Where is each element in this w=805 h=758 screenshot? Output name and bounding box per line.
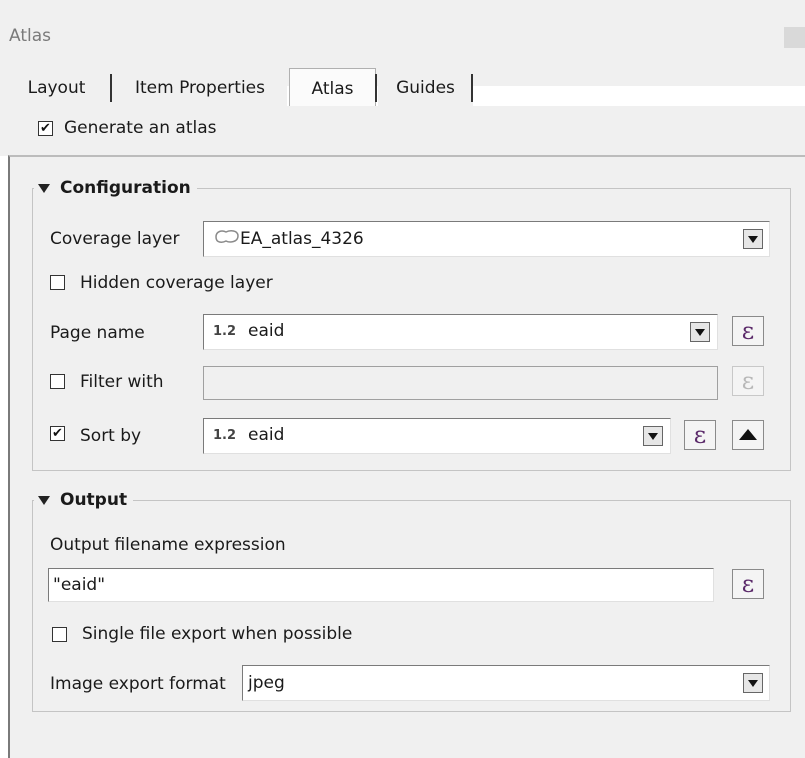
hidden-coverage-label: Hidden coverage layer bbox=[80, 273, 273, 293]
image-format-combo[interactable] bbox=[242, 665, 770, 701]
epsilon-icon: ε bbox=[741, 317, 755, 345]
numeric-type-badge: 1.2 bbox=[213, 324, 237, 339]
sort-by-label: Sort by bbox=[80, 426, 142, 446]
sort-ascending-icon bbox=[739, 429, 757, 440]
tab-separator bbox=[110, 74, 112, 102]
coverage-layer-value: EA_atlas_4326 bbox=[240, 229, 364, 249]
filter-expression-button[interactable]: ε bbox=[732, 366, 764, 396]
output-filename-input[interactable]: "eaid" bbox=[48, 568, 714, 602]
sort-expression-button[interactable]: ε bbox=[684, 420, 716, 450]
output-filename-label: Output filename expression bbox=[50, 535, 286, 555]
polygon-layer-icon bbox=[215, 230, 239, 243]
single-file-checkbox[interactable] bbox=[52, 627, 67, 642]
sort-by-checkbox[interactable]: ✔ bbox=[50, 426, 65, 441]
image-format-value: jpeg bbox=[248, 673, 285, 693]
image-format-label: Image export format bbox=[50, 674, 226, 694]
page-name-label: Page name bbox=[50, 323, 145, 343]
collapse-triangle-icon bbox=[38, 495, 50, 505]
sort-by-dropdown-arrow-icon[interactable] bbox=[643, 426, 663, 446]
coverage-layer-dropdown-arrow-icon[interactable] bbox=[743, 229, 763, 249]
output-header[interactable]: Output bbox=[34, 488, 134, 512]
tab-label: Guides bbox=[396, 78, 455, 98]
generate-atlas-checkbox[interactable]: ✔ bbox=[38, 121, 53, 136]
close-button[interactable] bbox=[784, 27, 805, 48]
tab-label: Layout bbox=[27, 78, 86, 98]
output-filename-expression-button[interactable]: ε bbox=[732, 569, 764, 599]
tab-label: Item Properties bbox=[134, 78, 265, 98]
tab-separator bbox=[471, 74, 473, 102]
page-name-expression-button[interactable]: ε bbox=[732, 316, 764, 346]
epsilon-icon: ε bbox=[741, 367, 755, 395]
configuration-header[interactable]: Configuration bbox=[34, 176, 197, 200]
collapse-triangle-icon bbox=[38, 183, 50, 193]
hidden-coverage-checkbox[interactable] bbox=[50, 275, 65, 290]
single-file-label: Single file export when possible bbox=[82, 624, 353, 644]
tab-atlas[interactable]: Atlas bbox=[289, 68, 376, 108]
epsilon-icon: ε bbox=[741, 570, 755, 598]
numeric-type-badge: 1.2 bbox=[213, 428, 237, 443]
tab-layout[interactable]: Layout bbox=[0, 70, 113, 106]
image-format-dropdown-arrow-icon[interactable] bbox=[743, 673, 763, 693]
sort-ascending-button[interactable] bbox=[732, 420, 764, 450]
filter-with-checkbox[interactable] bbox=[50, 374, 65, 389]
window-title: Atlas bbox=[9, 26, 51, 46]
output-title: Output bbox=[60, 490, 128, 510]
page-name-dropdown-arrow-icon[interactable] bbox=[690, 322, 710, 342]
tab-label: Atlas bbox=[311, 78, 354, 99]
coverage-layer-label: Coverage layer bbox=[50, 229, 180, 249]
filter-with-label: Filter with bbox=[80, 372, 164, 392]
tab-item-properties[interactable]: Item Properties bbox=[113, 70, 287, 106]
configuration-title: Configuration bbox=[60, 178, 191, 198]
sort-by-value: eaid bbox=[248, 425, 285, 445]
tab-guides[interactable]: Guides bbox=[378, 70, 473, 106]
filter-expression-field[interactable] bbox=[203, 366, 718, 400]
epsilon-icon: ε bbox=[693, 421, 707, 449]
tab-separator bbox=[375, 74, 377, 102]
page-name-value: eaid bbox=[248, 321, 285, 341]
generate-atlas-label: Generate an atlas bbox=[64, 118, 217, 138]
